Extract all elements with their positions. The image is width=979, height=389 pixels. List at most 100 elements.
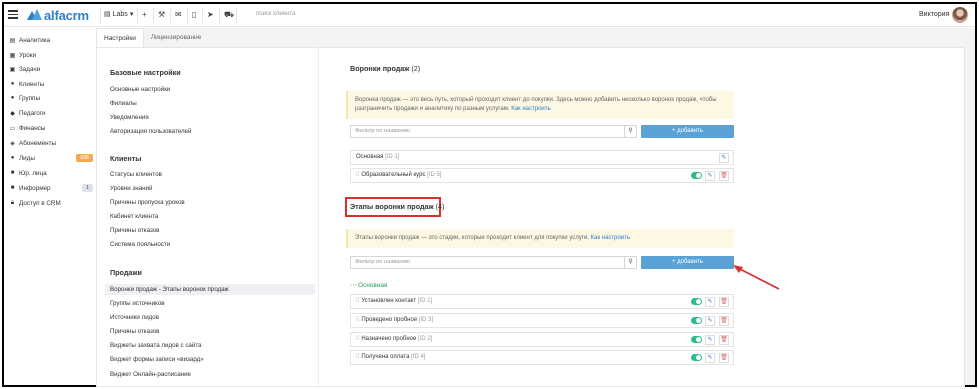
user-name[interactable]: Виктория — [919, 11, 949, 18]
informer-count-badge: 1 — [81, 184, 93, 192]
drag-handle-icon[interactable]: ⁞⁞ — [356, 317, 359, 323]
add-stage-button[interactable]: + добавить — [641, 256, 734, 269]
mobile-icon[interactable]: ▯ — [192, 10, 196, 20]
funnel-row[interactable]: Основная [ID 1] ✎ — [350, 150, 734, 165]
add-funnel-button[interactable]: + добавить — [641, 125, 734, 138]
sidebar-item-tasks[interactable]: ▣ Задачи — [9, 64, 93, 74]
trash-icon[interactable]: 🗑︎ — [719, 171, 729, 181]
divider — [236, 8, 237, 23]
nav-link[interactable]: Система лояльности — [110, 241, 170, 248]
workspace-selector[interactable]: ▤ Labs ▾ — [104, 10, 133, 19]
sidebar-item-teachers[interactable]: ◆ Педагоги — [9, 108, 93, 118]
trash-icon[interactable]: 🗑︎ — [719, 316, 729, 326]
cart-icon[interactable]: ⛟ — [224, 10, 234, 20]
logo-icon — [27, 9, 42, 21]
divider — [219, 8, 220, 23]
nav-link[interactable]: Источники лидов — [110, 314, 159, 321]
arrow-head — [733, 265, 743, 273]
funnel-id: [ID 5] — [427, 172, 442, 178]
drag-handle-icon[interactable]: ⋯ — [350, 282, 356, 289]
sidebar-item-legal-entities[interactable]: ■ Юр. лица — [9, 168, 93, 178]
annotation-arrow — [733, 265, 780, 290]
nav-link[interactable]: Причины пропуска уроков — [110, 199, 185, 206]
search-icon[interactable]: ⚲ — [624, 257, 636, 268]
sidebar-item-crm-access[interactable]: 🔒︎ Доступ в CRM — [9, 198, 93, 208]
nav-link[interactable]: Кабинет клиента — [110, 213, 158, 220]
funnel-label: Основная [ID 1] — [356, 154, 399, 160]
nav-heading-basic: Базовые настройки — [110, 68, 181, 77]
logo[interactable]: alfacrm — [27, 8, 89, 23]
funnels-help-link[interactable]: Как настроить — [511, 106, 550, 112]
trash-icon[interactable]: 🗑︎ — [719, 335, 729, 345]
stages-filter-input[interactable]: Фильтр по названию ⚲ — [350, 256, 637, 269]
drag-handle-icon[interactable]: ⁞⁞ — [356, 354, 359, 360]
funnel-label: ⁞⁞ Образовательный курс [ID 5] — [356, 172, 441, 178]
trash-icon[interactable]: 🗑︎ — [719, 297, 729, 307]
nav-link[interactable]: Уведомления — [110, 114, 149, 121]
stages-title-text: Этапы воронки продаж — [350, 202, 434, 211]
nav-link[interactable]: Виджеты захвата лидов с сайта — [110, 342, 202, 349]
sidebar-item-lessons[interactable]: ▦ Уроки — [9, 50, 93, 60]
drag-handle-icon[interactable]: ⁞⁞ — [356, 298, 359, 304]
stages-help-link[interactable]: Как настроить — [591, 235, 630, 241]
sidebar-item-groups[interactable]: ● Группы — [9, 93, 93, 103]
send-icon[interactable]: ➤ — [207, 10, 214, 20]
search-icon[interactable]: ⚲ — [624, 126, 636, 137]
toggle-switch[interactable] — [691, 317, 702, 324]
wrench-icon[interactable]: ⚒ — [158, 10, 165, 20]
stage-row[interactable]: ⁞⁞ Назначено пробное [ID 2] ✎ 🗑︎ — [350, 332, 734, 347]
nav-link[interactable]: Группы источников — [110, 300, 165, 307]
nav-link[interactable]: Статусы клиентов — [110, 171, 162, 178]
sidebar-item-leads[interactable]: ● Лиды 335 — [9, 153, 93, 163]
sidebar-item-clients[interactable]: ● Клиенты — [9, 79, 93, 89]
nav-link[interactable]: Основные настройки — [110, 86, 170, 93]
trash-icon[interactable]: 🗑︎ — [719, 353, 729, 363]
client-search-input[interactable]: поиск клиента — [256, 11, 295, 17]
toggle-switch[interactable] — [691, 354, 702, 361]
sidebar-item-subscriptions[interactable]: ◈ Абонементы — [9, 138, 93, 148]
pencil-icon[interactable]: ✎ — [719, 153, 729, 163]
stages-count: (4) — [435, 202, 445, 211]
plus-icon[interactable]: + — [142, 10, 147, 20]
sidebar-item-label: Юр. лица — [19, 169, 47, 177]
avatar[interactable] — [952, 7, 968, 23]
stage-row[interactable]: ⁞⁞ Установлен контакт [ID 1] ✎ 🗑︎ — [350, 294, 734, 309]
nav-link[interactable]: Виджет формы записи «визард» — [110, 356, 204, 363]
mail-icon[interactable]: ✉ — [175, 10, 182, 20]
nav-link-active[interactable]: Воронки продаж - Этапы воронок продаж — [105, 284, 315, 295]
stage-label: ⁞⁞ Проведено пробное [ID 3] — [356, 317, 433, 323]
nav-link[interactable]: Авторизация пользователей — [110, 128, 191, 135]
stage-row[interactable]: ⁞⁞ Получена оплата [ID 4] ✎ 🗑︎ — [350, 350, 734, 365]
stage-group-label: Основная — [358, 282, 388, 289]
toggle-switch[interactable] — [691, 172, 702, 179]
funnels-filter-input[interactable]: Фильтр по названию ⚲ — [350, 125, 637, 138]
pencil-icon[interactable]: ✎ — [705, 316, 715, 326]
pencil-icon[interactable]: ✎ — [705, 335, 715, 345]
nav-link[interactable]: Причины отказов — [110, 328, 159, 335]
sidebar-item-analytics[interactable]: ▤ Аналитика — [9, 35, 93, 45]
nav-link[interactable]: Уровни знаний — [110, 185, 152, 192]
tab-settings[interactable]: Настройки — [96, 28, 144, 48]
sidebar-item-finance[interactable]: ▭ Финансы — [9, 123, 93, 133]
toggle-switch[interactable] — [691, 298, 702, 305]
nav-link[interactable]: Причины отказов — [110, 227, 159, 234]
tab-licensing[interactable]: Лицензирование — [144, 28, 208, 48]
toggle-switch[interactable] — [691, 336, 702, 343]
pencil-icon[interactable]: ✎ — [705, 171, 715, 181]
drag-handle-icon[interactable]: ⁞⁞ — [356, 172, 359, 178]
sidebar-item-informer[interactable]: ■ Информер 1 — [9, 183, 93, 193]
funnel-row[interactable]: ⁞⁞ Образовательный курс [ID 5] ✎ 🗑︎ — [350, 168, 734, 183]
pencil-icon[interactable]: ✎ — [705, 297, 715, 307]
nav-link[interactable]: Виджет Онлайн-расписание — [110, 371, 191, 378]
nav-link[interactable]: Филиалы — [110, 100, 137, 107]
pencil-icon[interactable]: ✎ — [705, 353, 715, 363]
drag-handle-icon[interactable]: ⁞⁞ — [356, 336, 359, 342]
calendar-icon: ▦ — [9, 52, 16, 59]
stage-group-title[interactable]: ⋯ Основная — [350, 281, 387, 289]
hamburger-icon[interactable] — [8, 10, 18, 19]
funnel-id: [ID 1] — [385, 154, 400, 160]
stage-row[interactable]: ⁞⁞ Проведено пробное [ID 3] ✎ 🗑︎ — [350, 313, 734, 328]
funnels-title-text: Воронки продаж — [350, 64, 410, 73]
sidebar-item-label: Финансы — [19, 124, 46, 132]
filter-placeholder: Фильтр по названию — [355, 128, 411, 134]
